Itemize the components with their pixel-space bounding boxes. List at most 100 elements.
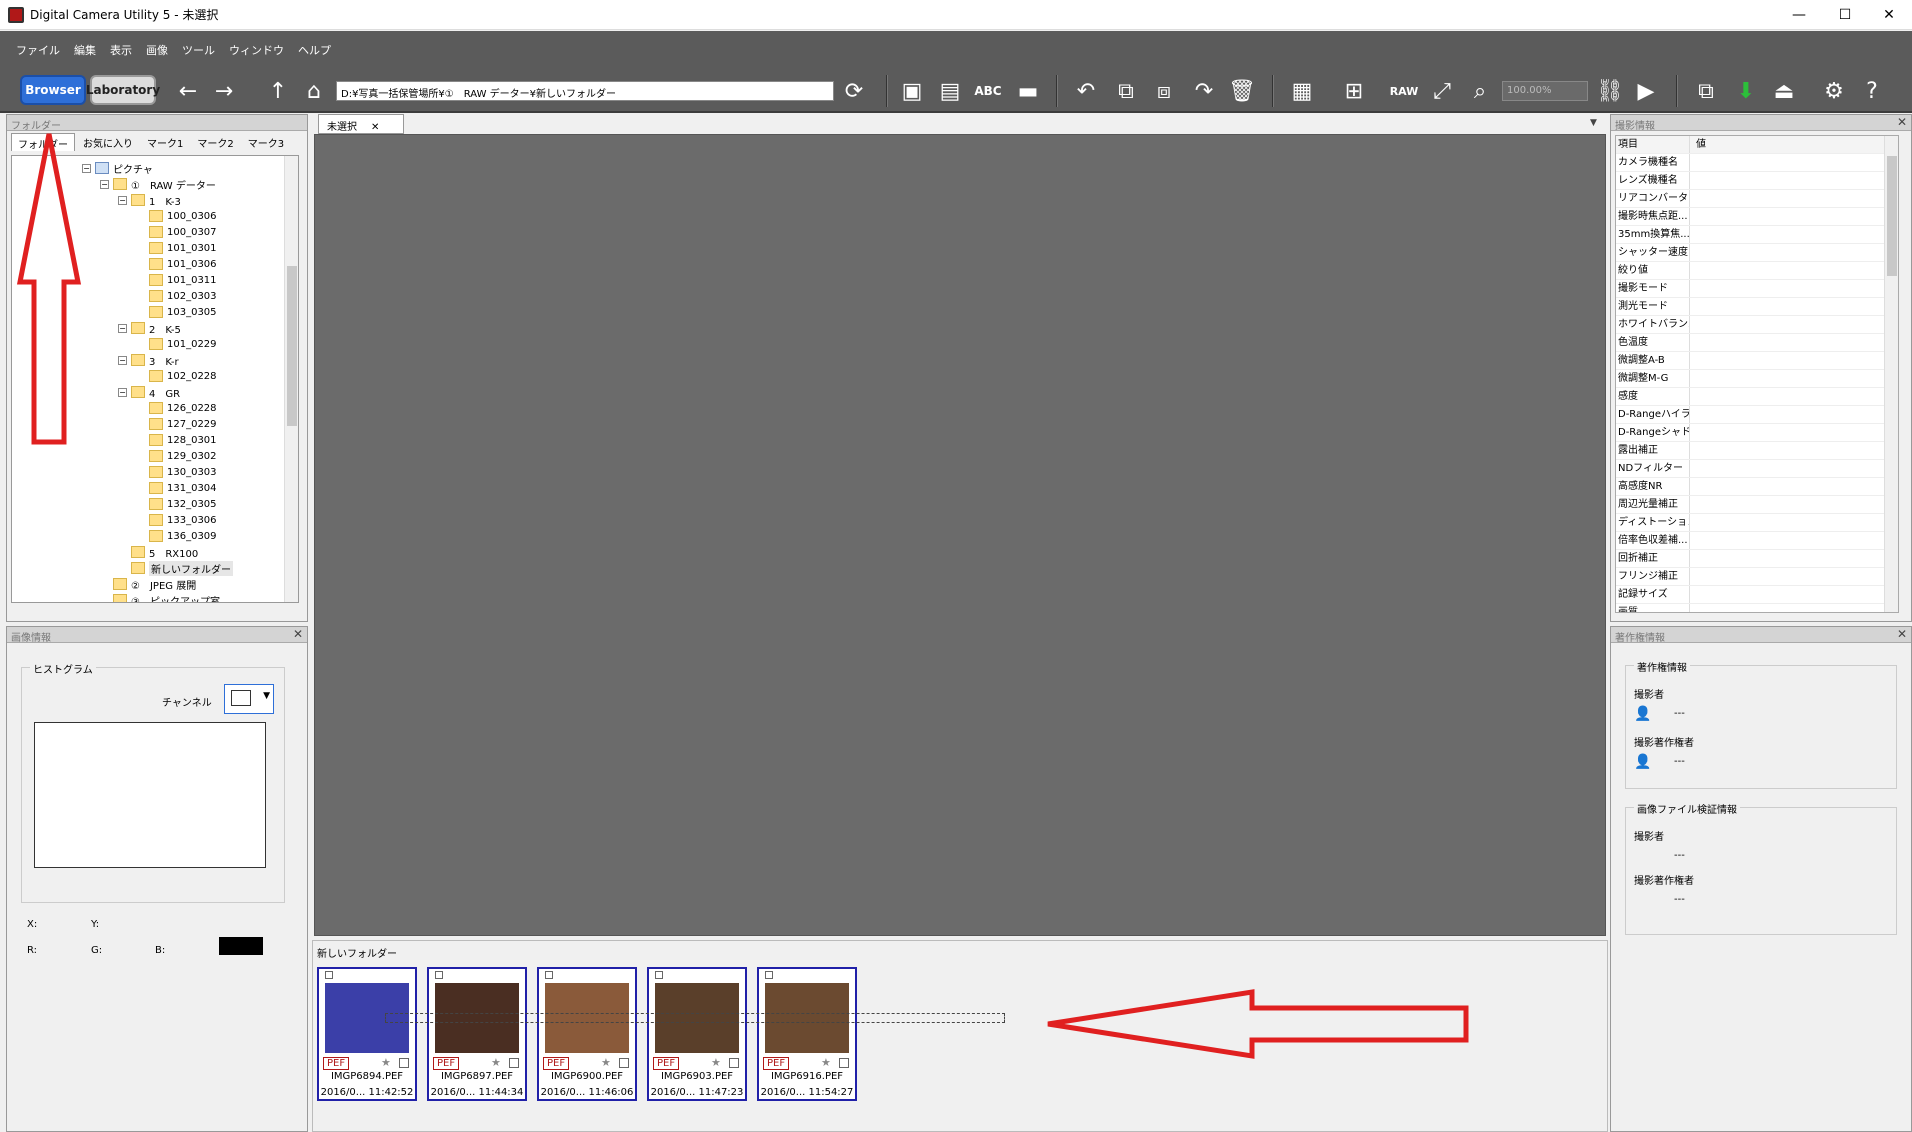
tree-node[interactable]: − 3 K-r (118, 352, 179, 368)
link-icon[interactable]: ⛓ (1596, 77, 1624, 105)
print-icon[interactable]: ▬ (1014, 77, 1042, 105)
tree-node[interactable]: 126_0228 (136, 400, 217, 416)
image-viewer[interactable] (314, 134, 1606, 936)
tree-node[interactable]: 136_0309 (136, 528, 217, 544)
camera-connect-icon[interactable]: ⏏ (1770, 77, 1798, 105)
slideshow-icon[interactable]: ▶ (1632, 77, 1660, 105)
col-value[interactable]: 値 (1690, 136, 1898, 153)
menu-image[interactable]: 画像 (146, 42, 168, 58)
thumbnail-card[interactable]: PEF ★ IMGP6897.PEF 2016/0... 11:44:34 (427, 967, 527, 1101)
menu-view[interactable]: 表示 (110, 42, 132, 58)
settings-gear-icon[interactable]: ⚙ (1820, 77, 1848, 105)
menu-help[interactable]: ヘルプ (298, 42, 331, 58)
select-checkbox[interactable] (729, 1058, 739, 1068)
tab-mark2[interactable]: マーク2 (191, 133, 239, 151)
tree-expander[interactable]: − (118, 387, 127, 397)
tree-expander[interactable]: − (118, 323, 127, 333)
tab-mark1[interactable]: マーク1 (141, 133, 189, 151)
menu-file[interactable]: ファイル (16, 42, 60, 58)
up-folder-icon[interactable]: ↑ (264, 77, 292, 105)
tree-node[interactable]: − ① RAW データー (100, 176, 216, 192)
menu-tools[interactable]: ツール (182, 42, 215, 58)
minimize-button[interactable]: — (1776, 0, 1822, 30)
tree-expander[interactable]: − (100, 179, 109, 189)
thumbnail-card[interactable]: PEF ★ IMGP6894.PEF 2016/0... 11:42:52 (317, 967, 417, 1101)
fit-icon[interactable]: ⤢ (1428, 77, 1456, 105)
tree-node[interactable]: 133_0306 (136, 512, 217, 528)
rotate-icon[interactable]: ↷ (1190, 77, 1218, 105)
download-icon[interactable]: ⬇ (1732, 77, 1760, 105)
lock-icon[interactable] (545, 971, 553, 979)
thumbnail-strip[interactable]: 新しいフォルダー PEF ★ IMGP6894.PEF 2016/0... 11:42… (312, 940, 1608, 1132)
select-checkbox[interactable] (619, 1058, 629, 1068)
tree-node[interactable]: 100_0307 (136, 224, 217, 240)
menu-edit[interactable]: 編集 (74, 42, 96, 58)
lock-icon[interactable] (655, 971, 663, 979)
close-icon[interactable]: ✕ (371, 122, 379, 133)
close-icon[interactable]: ✕ (1897, 115, 1907, 129)
thumbnail-card[interactable]: PEF ★ IMGP6900.PEF 2016/0... 11:46:06 (537, 967, 637, 1101)
close-button[interactable]: ✕ (1866, 0, 1912, 30)
tree-node[interactable]: 5 RX100 (118, 544, 198, 560)
tree-node[interactable]: 100_0306 (136, 208, 217, 224)
thumbnail-card[interactable]: PEF ★ IMGP6916.PEF 2016/0... 11:54:27 (757, 967, 857, 1101)
browser-mode-button[interactable]: Browser (20, 75, 86, 105)
tree-node[interactable]: 102_0228 (136, 368, 217, 384)
tree-node[interactable]: 132_0305 (136, 496, 217, 512)
thumbnail-card[interactable]: PEF ★ IMGP6903.PEF 2016/0... 11:47:23 (647, 967, 747, 1101)
home-icon[interactable]: ⌂ (300, 77, 328, 105)
path-field[interactable]: D:¥写真一括保管場所¥① RAW データー¥新しいフォルダー (336, 81, 834, 101)
view-compare-icon[interactable]: ▣ (898, 77, 926, 105)
tree-expander[interactable]: − (118, 355, 127, 365)
maximize-button[interactable]: ☐ (1822, 0, 1868, 30)
tree-node[interactable]: 127_0229 (136, 416, 217, 432)
select-checkbox[interactable] (399, 1058, 409, 1068)
select-checkbox[interactable] (839, 1058, 849, 1068)
copy-icon[interactable]: ⧉ (1112, 77, 1140, 105)
menu-window[interactable]: ウィンドウ (229, 42, 284, 58)
star-icon[interactable]: ★ (821, 1056, 831, 1069)
grid-view-icon[interactable]: ▦ (1288, 77, 1316, 105)
tree-node[interactable]: − ピクチャ (82, 160, 153, 176)
tree-node[interactable]: 101_0306 (136, 256, 217, 272)
tree-expander[interactable]: − (82, 163, 91, 173)
close-icon[interactable]: ✕ (293, 627, 303, 641)
tree-node[interactable]: 102_0303 (136, 288, 217, 304)
tree-node[interactable]: 101_0229 (136, 336, 217, 352)
tree-node[interactable]: 103_0305 (136, 304, 217, 320)
back-icon[interactable]: ← (174, 77, 202, 105)
lock-icon[interactable] (325, 971, 333, 979)
help-icon[interactable]: ? (1858, 77, 1886, 105)
tree-node[interactable]: 101_0301 (136, 240, 217, 256)
close-icon[interactable]: ✕ (1897, 627, 1907, 641)
tab-folder[interactable]: フォルダー (11, 133, 75, 151)
tree-expander[interactable]: − (118, 195, 127, 205)
laboratory-mode-button[interactable]: Laboratory (86, 75, 160, 105)
forward-icon[interactable]: → (210, 77, 238, 105)
tree-node[interactable]: 131_0304 (136, 480, 217, 496)
select-checkbox[interactable] (509, 1058, 519, 1068)
tree-node[interactable]: ③ ピックアップ室 (100, 592, 220, 602)
tab-favorites[interactable]: お気に入り (77, 133, 139, 151)
folder-tree[interactable]: − ピクチャ − ① RAW データー −1 K-3 100_0306 100_0307 10… (11, 155, 299, 603)
star-icon[interactable]: ★ (711, 1056, 721, 1069)
move-icon[interactable]: ⧈ (1150, 77, 1178, 105)
tree-node[interactable]: 130_0303 (136, 464, 217, 480)
tree-scrollbar[interactable] (284, 156, 298, 602)
raw-filter-icon[interactable]: RAW (1390, 77, 1419, 105)
thumbnail-size-icon[interactable]: ⊞ (1340, 77, 1368, 105)
star-icon[interactable]: ★ (601, 1056, 611, 1069)
lock-icon[interactable] (435, 971, 443, 979)
tree-node[interactable]: 101_0311 (136, 272, 217, 288)
viewer-tab[interactable]: 未選択 ✕ (318, 114, 404, 134)
tree-node[interactable]: − 1 K-3 (118, 192, 181, 208)
star-icon[interactable]: ★ (381, 1056, 391, 1069)
chevron-down-icon[interactable]: ▼ (1590, 118, 1597, 128)
tree-node[interactable]: ② JPEG 展開 (100, 576, 196, 592)
tree-node[interactable]: − 4 GR (118, 384, 180, 400)
tree-node[interactable]: 128_0301 (136, 432, 217, 448)
col-item[interactable]: 項目 (1616, 136, 1690, 153)
tree-node[interactable]: 129_0302 (136, 448, 217, 464)
tab-mark3[interactable]: マーク3 (242, 133, 290, 151)
prop-scrollbar[interactable] (1884, 136, 1898, 612)
